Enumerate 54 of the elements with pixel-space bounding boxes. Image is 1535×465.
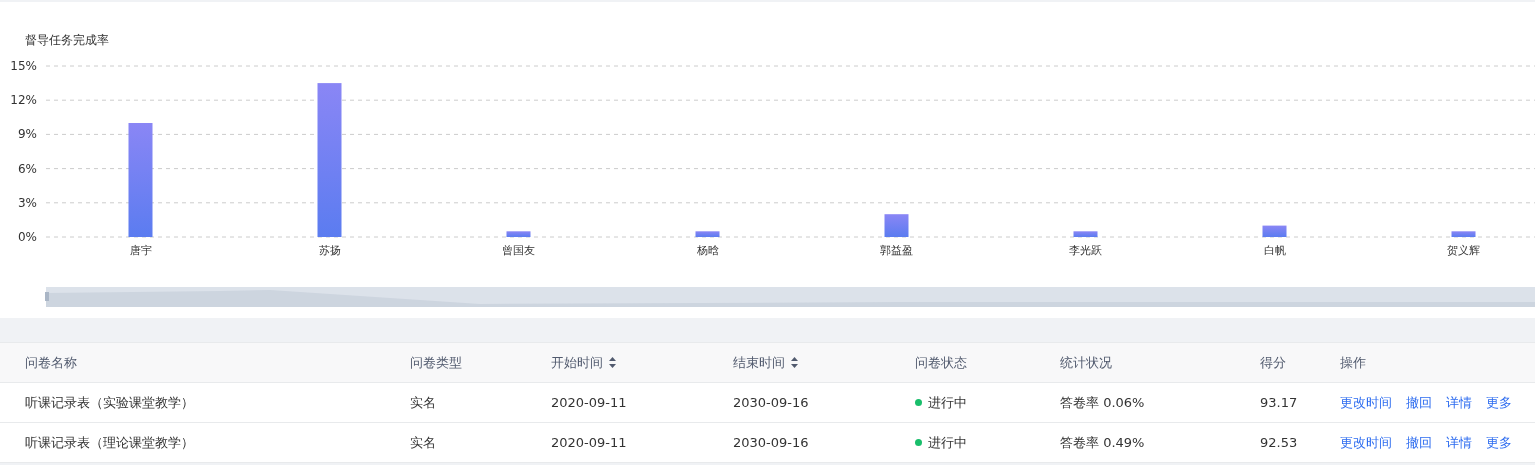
axis-label: 白帆 [1263, 244, 1286, 257]
column-header: 问卷名称 [25, 353, 77, 372]
table-cell-text: 2020-09-11 [551, 435, 628, 450]
column-header: 结束时间 [733, 353, 785, 372]
sort-icon[interactable] [609, 357, 616, 368]
axis-label: 9% [17, 127, 37, 142]
action-link[interactable]: 更改时间 [1340, 433, 1392, 452]
table-cell-text: 听课记录表（理论课堂教学） [25, 433, 195, 452]
chart-title: 督导任务完成率 [24, 32, 110, 49]
column-header: 问卷类型 [410, 353, 462, 372]
table-cell-text: 93.17 [1260, 395, 1299, 410]
action-link[interactable]: 更多 [1486, 393, 1512, 412]
axis-label: 郭益盈 [880, 244, 913, 257]
column-header: 问卷状态 [915, 353, 967, 372]
sort-icon[interactable] [791, 357, 798, 368]
table-cell-text: 2030-09-16 [733, 395, 810, 410]
action-link[interactable]: 详情 [1446, 433, 1472, 452]
column-header: 开始时间 [551, 353, 603, 372]
status-text: 进行中 [928, 433, 967, 452]
axis-label: 杨晗 [696, 244, 719, 257]
axis-label: 15% [10, 59, 37, 73]
action-link[interactable]: 更改时间 [1340, 393, 1392, 412]
table-cell-text: 92.53 [1260, 435, 1299, 450]
axis-label: 贺义辉 [1447, 244, 1480, 257]
table-cell-text: 2030-09-16 [733, 435, 810, 450]
bar [1451, 231, 1476, 237]
table-cell-text: 答卷率 0.49% [1060, 433, 1146, 452]
bar [506, 231, 531, 237]
table-cell-text: 实名 [410, 393, 437, 412]
table-cell-text: 答卷率 0.06% [1060, 393, 1146, 412]
axis-label: 3% [17, 195, 37, 210]
data-zoom-slider[interactable] [45, 287, 1535, 307]
column-header: 得分 [1260, 353, 1286, 372]
column-header: 统计状况 [1060, 353, 1112, 372]
action-link[interactable]: 撤回 [1406, 393, 1432, 412]
bar [695, 231, 720, 237]
axis-label: 曾国友 [502, 244, 535, 257]
table-cell-text: 实名 [410, 433, 437, 452]
axis-label: 6% [17, 161, 37, 176]
action-link[interactable]: 更多 [1486, 433, 1512, 452]
bar [884, 214, 909, 237]
table-cell-text: 听课记录表（实验课堂教学） [25, 393, 195, 412]
action-link[interactable]: 撤回 [1406, 433, 1432, 452]
axis-label: 苏扬 [318, 244, 341, 257]
action-link[interactable]: 详情 [1446, 393, 1472, 412]
status-text: 进行中 [928, 393, 967, 412]
bar [1073, 231, 1098, 237]
bar [1262, 225, 1287, 237]
axis-label: 0% [17, 230, 37, 244]
axis-label: 唐宇 [129, 244, 152, 257]
axis-label: 李光跃 [1069, 244, 1102, 257]
column-header: 操作 [1340, 353, 1366, 372]
table-cell-text: 2020-09-11 [551, 395, 628, 410]
axis-label: 12% [10, 93, 37, 108]
